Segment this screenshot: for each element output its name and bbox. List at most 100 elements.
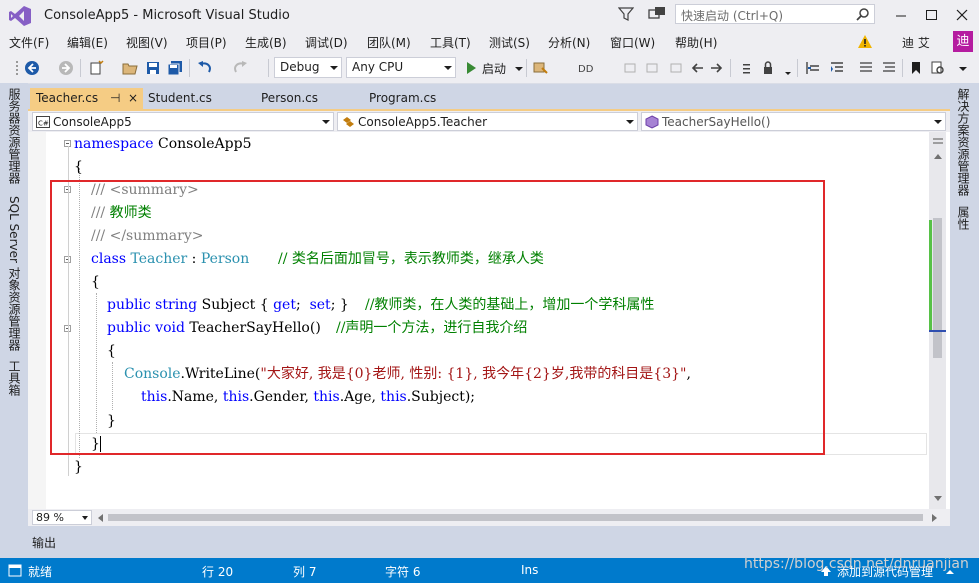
minimize-icon <box>896 15 906 17</box>
chevron-down-icon <box>330 66 338 70</box>
watermark-url: https://blog.csdn.net/dnruanjian <box>744 556 969 572</box>
pin-icon[interactable]: ⊣ <box>110 88 120 109</box>
chevron-down-icon <box>444 66 452 70</box>
navigate-backward-icon[interactable] <box>690 60 706 76</box>
tab-label: Program.cs <box>369 91 437 105</box>
menu-tools[interactable]: 工具(T) <box>430 34 471 51</box>
split-window-icon[interactable] <box>931 134 945 148</box>
bookmark-next-icon[interactable] <box>644 60 660 76</box>
scroll-down-icon[interactable] <box>931 493 945 505</box>
toolbar-overflow-icon[interactable] <box>780 60 796 76</box>
menu-help[interactable]: 帮助(H) <box>675 34 717 51</box>
horizontal-scroll-thumb[interactable] <box>108 514 923 521</box>
menu-analyze[interactable]: 分析(N) <box>548 34 590 51</box>
menu-build[interactable]: 生成(B) <box>245 34 287 51</box>
svg-text:DD: DD <box>578 64 594 75</box>
menu-file[interactable]: 文件(F) <box>9 34 49 51</box>
undo-icon[interactable] <box>197 60 213 76</box>
find-in-files-icon[interactable] <box>930 60 946 76</box>
close-button[interactable] <box>947 0 978 31</box>
indent-icon[interactable] <box>829 60 845 76</box>
status-character: 字符 6 <box>385 565 421 579</box>
status-line: 行 20 <box>202 565 234 579</box>
quick-launch-input[interactable]: 快速启动 (Ctrl+Q) <box>675 4 875 24</box>
menu-view[interactable]: 视图(V) <box>126 34 168 51</box>
save-icon[interactable] <box>145 60 161 76</box>
method-icon <box>645 115 659 129</box>
user-name[interactable]: 迪 艾 <box>902 34 930 51</box>
vertical-scroll-thumb[interactable] <box>933 218 942 358</box>
tab-person-cs[interactable]: Person.cs <box>261 88 361 109</box>
close-tab-icon[interactable]: × <box>128 88 138 109</box>
back-icon[interactable] <box>24 60 40 76</box>
bookmark-flag-icon[interactable] <box>908 60 924 76</box>
status-insert-mode: Ins <box>521 563 539 577</box>
format-icon[interactable] <box>805 60 821 76</box>
code-line-15: } <box>74 456 83 479</box>
platform-value: Any CPU <box>352 60 404 74</box>
server-explorer-tab[interactable]: 服务器资源管理器 <box>6 88 23 184</box>
tab-student-cs[interactable]: Student.cs <box>148 88 256 109</box>
new-project-icon[interactable] <box>88 60 104 76</box>
solution-explorer-tab[interactable]: 解决方案资源管理器 <box>955 88 972 196</box>
namespace-name: ConsoleApp5 <box>153 136 252 152</box>
project-dropdown[interactable]: C# ConsoleApp5 <box>32 112 334 131</box>
redo-icon[interactable] <box>232 60 248 76</box>
solution-platform-select[interactable]: Any CPU <box>346 57 456 78</box>
open-folder-icon[interactable] <box>122 60 138 76</box>
sql-server-object-explorer-tab[interactable]: SQL Server 对象资源管理器 <box>6 196 23 351</box>
open-brace: { <box>74 159 83 175</box>
scroll-right-icon[interactable] <box>928 511 940 525</box>
lock-icon[interactable] <box>760 60 776 76</box>
close-icon <box>956 9 968 21</box>
filter-icon[interactable] <box>618 6 634 22</box>
scroll-up-icon[interactable] <box>931 150 945 162</box>
menu-edit[interactable]: 编辑(E) <box>67 34 108 51</box>
uncomment-icon[interactable] <box>881 60 897 76</box>
menu-debug[interactable]: 调试(D) <box>305 34 348 51</box>
maximize-button[interactable] <box>916 0 947 31</box>
toggle-view-icon[interactable]: DD <box>578 60 594 76</box>
minimize-button[interactable] <box>885 0 916 31</box>
start-dropdown-icon[interactable] <box>511 60 527 76</box>
user-avatar[interactable]: 迪 <box>953 31 973 52</box>
zoom-select[interactable]: 89 % <box>32 510 92 525</box>
comment-lines-icon[interactable] <box>738 60 754 76</box>
scroll-left-icon[interactable] <box>95 511 107 525</box>
menu-project[interactable]: 项目(P) <box>186 34 227 51</box>
toolbar-separator <box>730 59 731 77</box>
forward-icon[interactable] <box>58 60 74 76</box>
toolbar-options-icon[interactable] <box>955 60 971 76</box>
type-dropdown[interactable]: ConsoleApp5.Teacher <box>337 112 638 131</box>
browser-link-icon[interactable] <box>532 60 548 76</box>
warning-icon[interactable] <box>857 34 873 49</box>
chevron-down-icon <box>626 120 634 124</box>
menu-test[interactable]: 测试(S) <box>489 34 530 51</box>
caret-position-marker <box>929 330 946 332</box>
save-all-icon[interactable] <box>167 60 183 76</box>
menu-window[interactable]: 窗口(W) <box>610 34 655 51</box>
tab-teacher-cs[interactable]: Teacher.cs ⊣ × <box>30 88 143 109</box>
csharp-project-icon: C# <box>36 116 50 128</box>
close-brace: } <box>74 459 83 475</box>
toolbar-separator <box>268 59 269 77</box>
comment-out-icon[interactable] <box>858 60 874 76</box>
output-tab[interactable]: 输出 <box>32 534 56 551</box>
toolbox-tab[interactable]: 工具箱 <box>6 360 23 396</box>
member-dropdown[interactable]: TeacherSayHello() <box>641 112 946 131</box>
status-output-icon[interactable] <box>8 564 22 577</box>
properties-tab[interactable]: 属性 <box>955 206 972 230</box>
bookmark-prev-icon[interactable] <box>622 60 638 76</box>
bookmark-icon[interactable] <box>668 60 684 76</box>
start-button-label[interactable]: 启动 <box>482 60 506 77</box>
start-debugging-icon[interactable] <box>463 60 479 76</box>
code-line-2: { <box>74 156 83 179</box>
navigate-forward-icon[interactable] <box>708 60 724 76</box>
toolbar-separator <box>189 59 190 77</box>
tab-program-cs[interactable]: Program.cs <box>369 88 479 109</box>
feedback-icon[interactable] <box>648 6 666 22</box>
solution-configuration-select[interactable]: Debug <box>274 57 342 78</box>
navigation-bar: C# ConsoleApp5 ConsoleApp5.Teacher Teach… <box>28 111 950 132</box>
bottom-panel-strip <box>28 530 950 554</box>
menu-team[interactable]: 团队(M) <box>367 34 411 51</box>
